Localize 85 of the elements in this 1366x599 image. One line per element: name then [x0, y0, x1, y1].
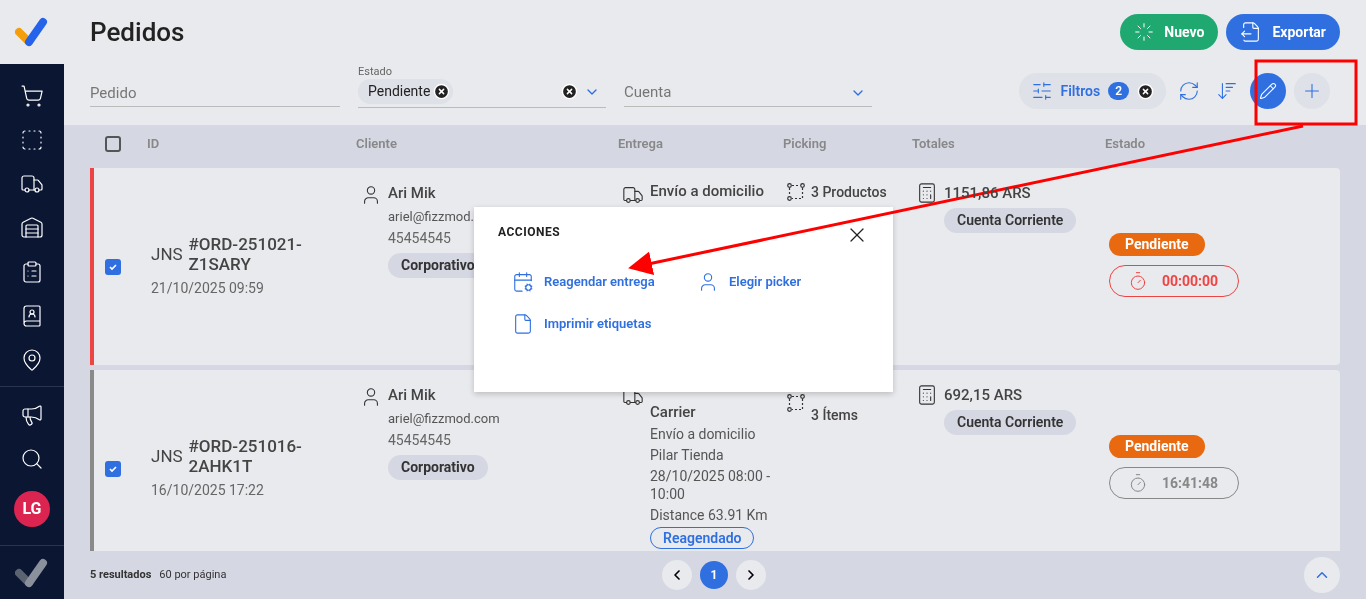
field-label: Estado: [358, 64, 392, 80]
status-badge: Pendiente: [1109, 435, 1205, 458]
per-page: 60 por página: [159, 566, 227, 583]
order-date: 16/10/2025 17:22: [151, 481, 265, 500]
new-button[interactable]: Nuevo: [1120, 14, 1219, 50]
edit-button[interactable]: [1250, 73, 1286, 109]
order-date: 21/10/2025 09:59: [151, 279, 265, 298]
delivery-method: Carrier: [650, 403, 696, 422]
order-field[interactable]: Pedido: [90, 82, 340, 105]
status-badge: Pendiente: [1109, 233, 1205, 256]
truck-icon: [622, 184, 644, 206]
stopwatch-icon: [1128, 473, 1148, 493]
delivery-method: Envío a domicilio: [650, 182, 764, 201]
select-all-checkbox[interactable]: [105, 136, 121, 152]
stopwatch-icon: [1128, 271, 1148, 291]
sparkle-icon: [1134, 22, 1155, 42]
column-header: Picking: [783, 136, 827, 152]
picking-count: 3 Ítems: [811, 405, 858, 425]
page-title: Pedidos: [90, 15, 185, 49]
column-header: Entrega: [618, 136, 663, 152]
action-item[interactable]: Reagendar entrega: [512, 271, 697, 293]
account-select[interactable]: Cuenta: [624, 79, 872, 107]
search-icon[interactable]: [20, 447, 44, 471]
filter-chip[interactable]: Pendiente: [358, 79, 454, 104]
clear-icon[interactable]: [1137, 82, 1154, 100]
truck-icon[interactable]: [20, 172, 44, 196]
store-code: JNS: [151, 445, 183, 468]
order-total: 692,15 ARS: [944, 385, 1023, 406]
row-checkbox[interactable]: [105, 460, 121, 477]
picking-count: 3 Productos: [811, 183, 887, 202]
pencil-icon: [1259, 82, 1277, 100]
filters-label: Filtros: [1060, 81, 1101, 101]
calculator-icon: [916, 384, 938, 406]
payment-badge: Cuenta Corriente: [944, 409, 1077, 435]
action-item[interactable]: Elegir picker: [697, 271, 893, 293]
user-avatar[interactable]: LG: [14, 491, 50, 527]
client-email: ariel@fizzmod.: [388, 207, 475, 226]
document-icon: [512, 313, 534, 335]
page-button[interactable]: 1: [700, 561, 728, 589]
clipboard-icon[interactable]: [20, 260, 44, 284]
client-phone: 45454545: [388, 431, 451, 450]
order-id: #ORD-251016-2AHK1T: [188, 436, 303, 476]
warehouse-icon[interactable]: [20, 216, 44, 240]
clear-icon[interactable]: [561, 83, 578, 100]
status-select[interactable]: Estado Pendiente: [358, 64, 606, 108]
column-header: Totales: [912, 136, 955, 152]
segment-badge: Corporativo: [388, 455, 488, 480]
refresh-icon[interactable]: [1178, 80, 1200, 102]
results-count: 5 resultados: [90, 566, 152, 583]
remove-icon[interactable]: [433, 83, 451, 100]
next-page-button[interactable]: [736, 560, 766, 590]
delivery-detail: 28/10/2025 08:00 - 10:00: [650, 467, 772, 503]
row-checkbox[interactable]: [105, 258, 121, 275]
client-email: ariel@fizzmod.com: [388, 409, 500, 428]
delivery-detail: Pilar Tienda: [650, 446, 724, 464]
export-button[interactable]: Exportar: [1226, 14, 1340, 50]
contact-book-icon[interactable]: [20, 304, 44, 328]
client-phone: 45454545: [388, 229, 451, 248]
column-header: Estado: [1105, 136, 1146, 152]
column-header: ID: [147, 136, 160, 152]
action-item[interactable]: Imprimir etiquetas: [512, 313, 697, 335]
check-icon: [108, 261, 118, 272]
filters-button[interactable]: Filtros 2: [1018, 73, 1166, 109]
previous-page-button[interactable]: [662, 560, 692, 590]
payment-badge: Cuenta Corriente: [944, 207, 1077, 233]
sort-icon[interactable]: [1216, 80, 1238, 102]
logo-icon: [15, 16, 49, 48]
store-code: JNS: [151, 243, 183, 266]
map-pin-icon[interactable]: [20, 348, 44, 372]
delivery-detail: Envío a domicilio: [650, 425, 756, 443]
delivery-detail: Distance 63.91 Km: [650, 506, 768, 524]
column-header: Cliente: [356, 136, 397, 152]
cart-icon[interactable]: [20, 84, 44, 108]
client-name: Ari Mik: [388, 385, 436, 406]
client-name: Ari Mik: [388, 183, 436, 204]
account-placeholder: Cuenta: [624, 82, 672, 104]
logo-icon: [15, 556, 49, 589]
calendar-edit-icon: [512, 271, 534, 293]
check-icon: [108, 463, 118, 474]
megaphone-icon[interactable]: [20, 403, 44, 427]
filters-count: 2: [1108, 82, 1129, 100]
sliders-icon: [1030, 80, 1053, 102]
calculator-icon: [916, 182, 938, 204]
order-id: #ORD-251021-Z1SARY: [188, 234, 303, 274]
popup-title: ACCIONES: [498, 224, 561, 241]
